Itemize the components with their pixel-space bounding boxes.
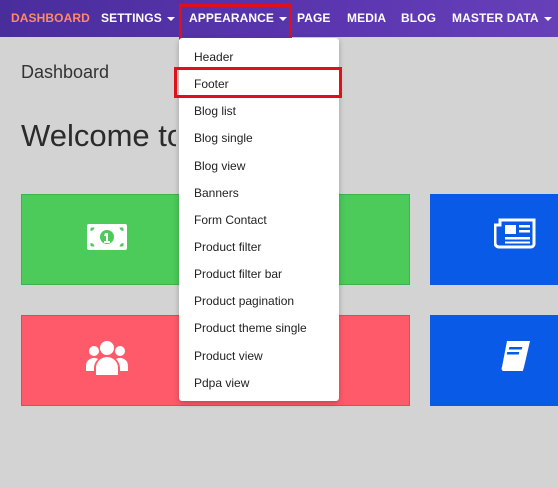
- menu-item-product-view[interactable]: Product view: [194, 349, 263, 363]
- nav-blog-label: BLOG: [401, 11, 437, 25]
- nav-blog[interactable]: BLOG: [401, 0, 436, 37]
- menu-item-banners[interactable]: Banners: [194, 186, 239, 200]
- book-card[interactable]: [430, 315, 558, 406]
- menu-item-form-contact[interactable]: Form Contact: [194, 213, 267, 227]
- page-title: Dashboard: [21, 62, 110, 82]
- nav-media-label: MEDIA: [347, 11, 387, 25]
- book-icon: [501, 341, 530, 371]
- nav-page[interactable]: PAGE: [297, 0, 331, 37]
- menu-item-pdpa-view[interactable]: Pdpa view: [194, 376, 249, 390]
- nav-settings[interactable]: SETTINGS: [101, 0, 175, 37]
- news-card[interactable]: [430, 194, 558, 285]
- nav-dashboard-label: DASHBOARD: [11, 11, 90, 25]
- users-icon: [86, 341, 128, 375]
- newspaper-icon: [494, 218, 536, 249]
- menu-item-blog-single[interactable]: Blog single: [194, 131, 253, 145]
- menu-item-header[interactable]: Header: [194, 50, 233, 64]
- nav-settings-label: SETTINGS: [101, 11, 162, 25]
- menu-item-product-filter[interactable]: Product filter: [194, 240, 261, 254]
- nav-media[interactable]: MEDIA: [347, 0, 386, 37]
- menu-item-product-pagination[interactable]: Product pagination: [194, 294, 294, 308]
- footer-highlight: [174, 67, 342, 98]
- nav-page-label: PAGE: [297, 11, 331, 25]
- menu-item-product-filter-bar[interactable]: Product filter bar: [194, 267, 282, 281]
- menu-item-product-theme-single[interactable]: Product theme single: [194, 321, 307, 335]
- caret-down-icon: [166, 16, 175, 21]
- menu-item-blog-view[interactable]: Blog view: [194, 159, 245, 173]
- money-icon: [87, 224, 127, 250]
- nav-dashboard[interactable]: DASHBOARD: [11, 0, 90, 37]
- nav-master-data-label: MASTER DATA: [452, 11, 539, 25]
- caret-down-icon: [543, 16, 552, 21]
- menu-item-blog-list[interactable]: Blog list: [194, 104, 236, 118]
- appearance-highlight: [179, 4, 292, 40]
- nav-master-data[interactable]: MASTER DATA: [452, 0, 552, 37]
- welcome-heading: Welcome to: [21, 118, 176, 153]
